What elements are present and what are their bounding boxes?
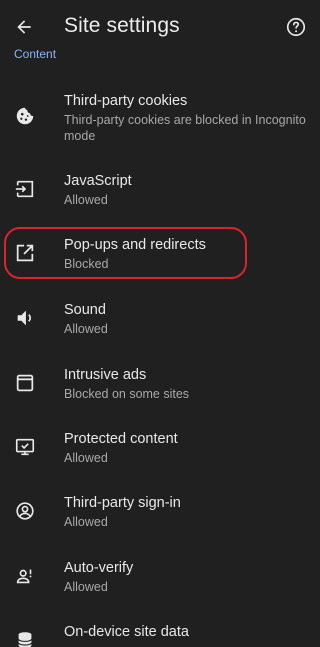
setting-label: Third-party sign-in [64, 495, 181, 511]
setting-status: Allowed [64, 580, 108, 594]
setting-item-intrusive-ads[interactable]: Intrusive ads Blocked on some sites [0, 362, 320, 406]
setting-status: Allowed [64, 322, 108, 336]
person-alert-icon [12, 563, 38, 589]
setting-item-auto-verify[interactable]: Auto-verify Allowed [0, 555, 320, 599]
arrow-back-icon [14, 17, 34, 37]
volume-icon [12, 305, 38, 331]
ads-frame-icon [12, 370, 38, 396]
setting-label: Pop-ups and redirects [64, 237, 206, 253]
setting-label: Intrusive ads [64, 367, 147, 383]
help-button[interactable] [282, 13, 310, 41]
database-icon [12, 627, 38, 647]
protected-content-icon [12, 434, 38, 460]
cookie-icon [12, 103, 38, 129]
setting-status: Allowed [64, 193, 108, 207]
section-header-content: Content [14, 47, 57, 61]
app-bar: Site settings [0, 0, 320, 52]
page-title: Site settings [64, 14, 180, 37]
setting-item-third-party-sign-in[interactable]: Third-party sign-in Allowed [0, 490, 320, 534]
account-circle-icon [12, 498, 38, 524]
setting-label: On-device site data [64, 624, 189, 640]
setting-item-third-party-cookies[interactable]: Third-party cookies Third-party cookies … [0, 88, 320, 144]
setting-label: Sound [64, 302, 106, 318]
setting-item-protected-content[interactable]: Protected content Allowed [0, 426, 320, 470]
setting-label: Protected content [64, 431, 178, 447]
javascript-icon [12, 176, 38, 202]
setting-label: Third-party cookies [64, 93, 188, 109]
setting-label: JavaScript [64, 173, 132, 189]
site-settings-screen: Site settings Content Third-party cookie… [0, 0, 320, 647]
setting-status: Blocked [64, 257, 109, 271]
setting-status: Allowed [64, 515, 108, 529]
help-circle-icon [285, 16, 307, 38]
setting-item-javascript[interactable]: JavaScript Allowed [0, 168, 320, 212]
setting-item-pop-ups-and-redirects[interactable]: Pop-ups and redirects Blocked [0, 232, 320, 276]
back-button[interactable] [10, 13, 38, 41]
setting-status: Third-party cookies are blocked in Incog… [64, 113, 306, 143]
setting-item-sound[interactable]: Sound Allowed [0, 297, 320, 341]
open-in-new-icon [12, 240, 38, 266]
setting-item-on-device-site-data[interactable]: On-device site data [0, 619, 320, 647]
setting-status: Allowed [64, 451, 108, 465]
setting-label: Auto-verify [64, 560, 134, 576]
setting-status: Blocked on some sites [64, 387, 190, 401]
